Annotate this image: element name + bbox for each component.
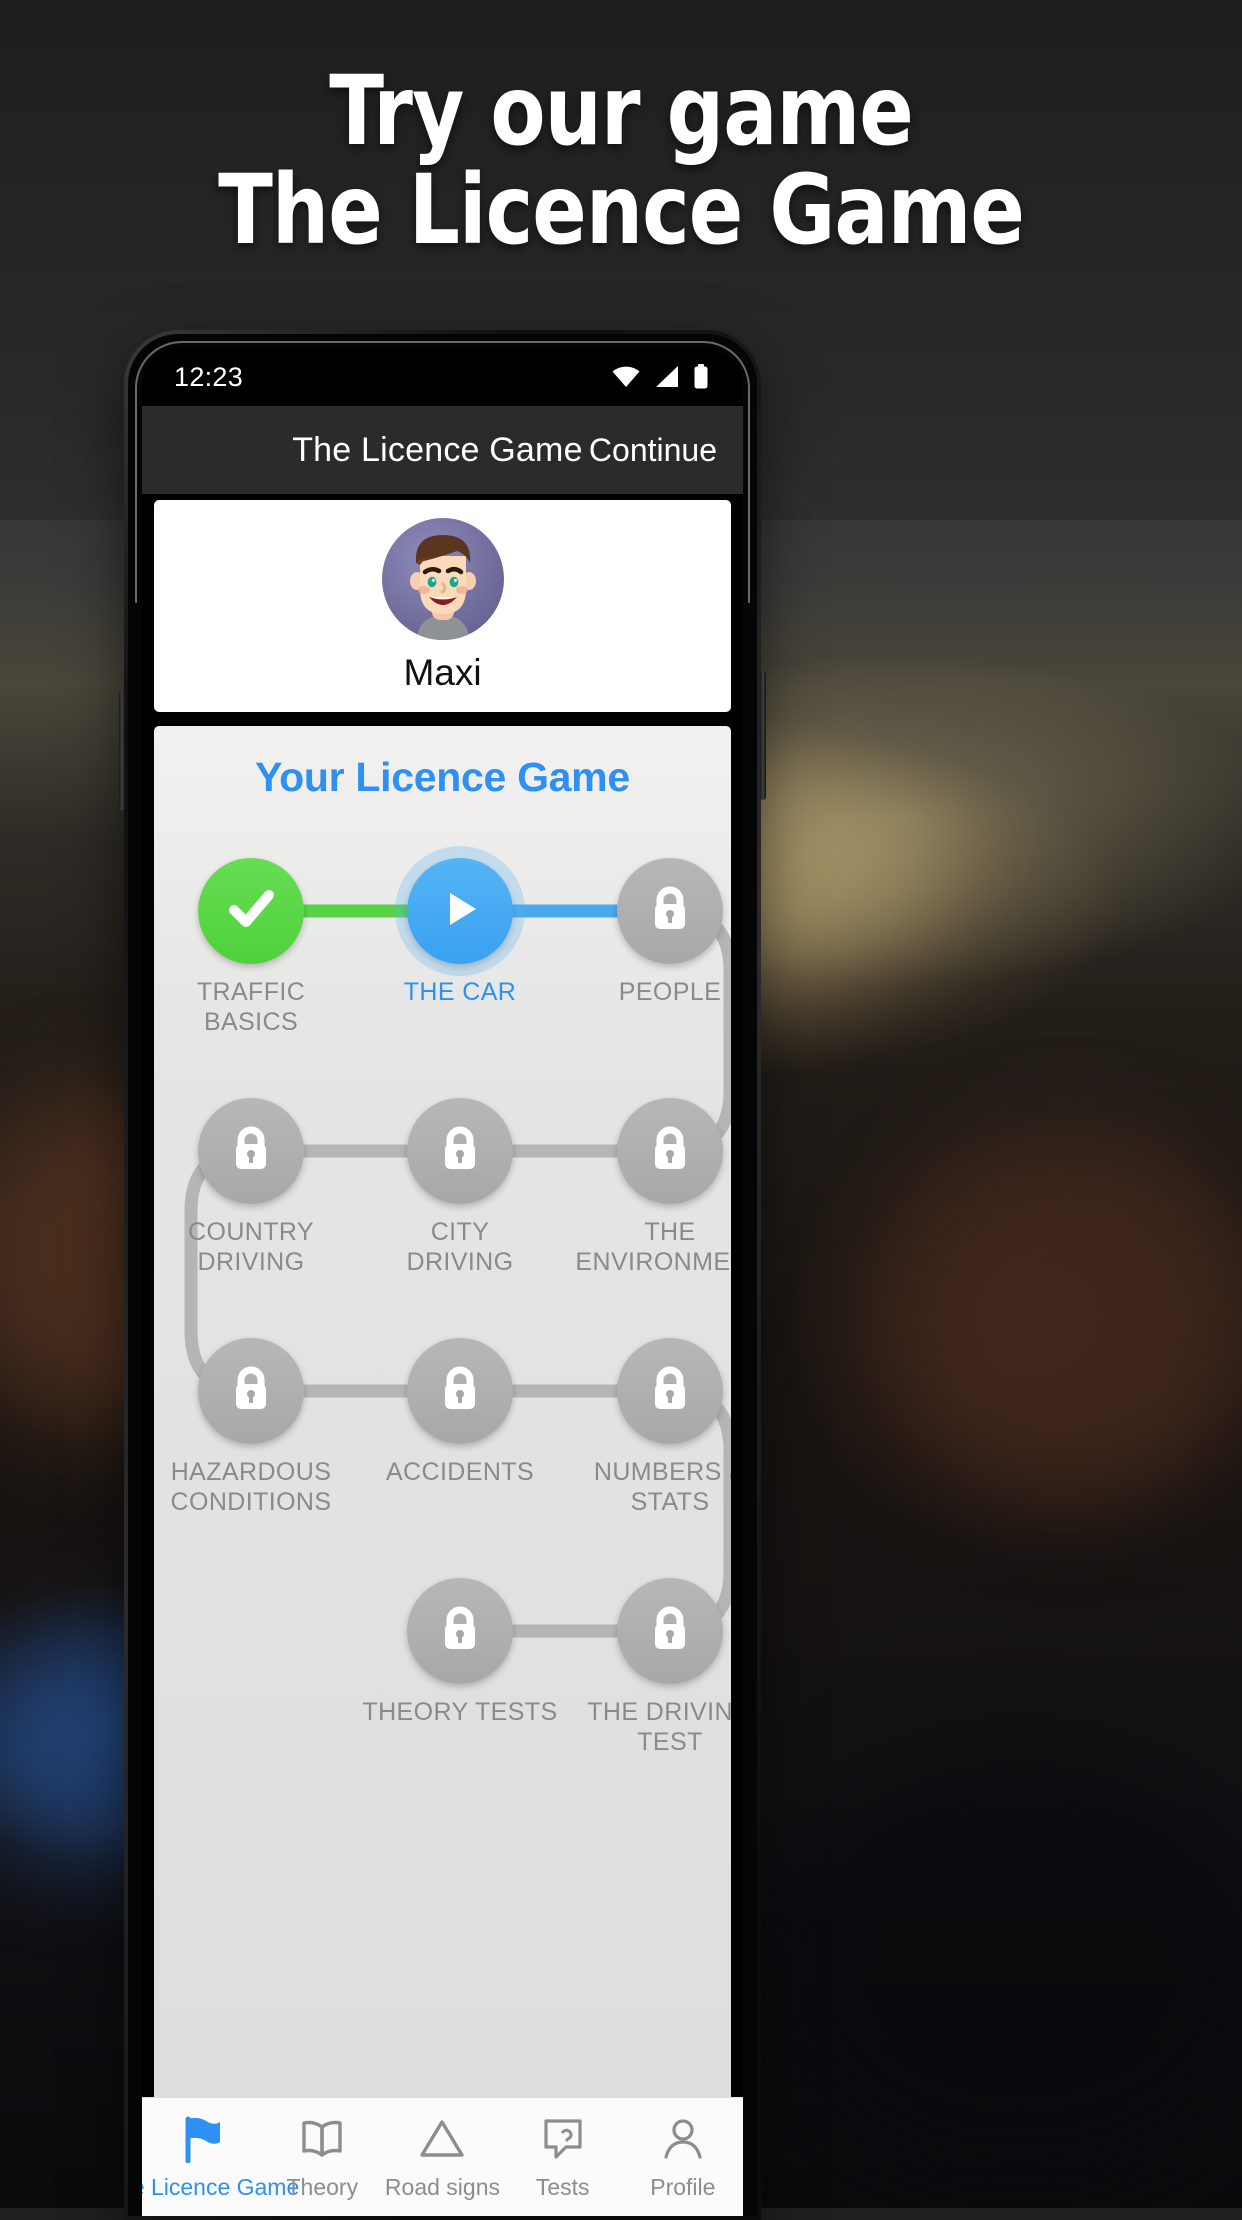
signal-icon [653, 365, 681, 389]
headline-line-2: The Licence Game [218, 154, 1025, 266]
status-bar-time: 12:23 [174, 361, 244, 392]
check-icon [222, 880, 280, 943]
map-node-theory-tests[interactable] [407, 1578, 513, 1684]
licence-game-map-card: Your Licence Game TRAFFIC BASICS THE CAR… [154, 726, 731, 2216]
lock-icon [646, 1363, 694, 1420]
profile-name: Maxi [403, 652, 482, 693]
tests-icon [540, 2113, 586, 2165]
map-node-label-country-driving: COUNTRY DRIVING [188, 1218, 314, 1276]
map-node-numbers-stats[interactable] [617, 1338, 723, 1444]
map-node-label-numbers-stats: NUMBERS & STATS [593, 1458, 731, 1516]
map-node-label-city-driving: CITY DRIVING [406, 1218, 514, 1276]
tab-label: Tests [535, 2174, 590, 2200]
wifi-icon [611, 365, 641, 389]
lock-icon [436, 1603, 484, 1660]
status-bar-icons [611, 364, 709, 390]
lock-icon [227, 1123, 275, 1180]
map-node-label-the-car: THE CAR [403, 978, 517, 1006]
continue-button[interactable]: Continue [589, 432, 717, 469]
lock-icon [646, 1123, 694, 1180]
map-node-label-people: PEOPLE [618, 978, 722, 1006]
phone-screen: 12:23 The Licence Game Continue Maxi You… [142, 348, 743, 2216]
tab-label: Road signs [384, 2174, 500, 2200]
lock-icon [646, 883, 694, 940]
app-bar: The Licence Game Continue [142, 406, 743, 494]
map-node-label-traffic-basics: TRAFFIC BASICS [196, 978, 306, 1036]
lock-icon [436, 1123, 484, 1180]
map-node-traffic-basics[interactable] [198, 858, 304, 964]
person-icon [661, 2113, 705, 2165]
background-blob-brown-right [880, 1140, 1242, 1500]
phone-button-power [760, 670, 766, 800]
phone-button-volume [119, 690, 125, 810]
app-content: Maxi Your Licence Game TRAFFIC BASICS TH… [142, 494, 743, 2216]
tab-profile[interactable]: Profile [623, 2113, 743, 2201]
promo-headline: Try our game The Licence Game [43, 62, 1198, 260]
tab-the-licence-game[interactable]: The Licence Game [142, 2113, 299, 2201]
profile-card[interactable]: Maxi [154, 500, 731, 712]
tab-label: Profile [650, 2174, 716, 2200]
map-node-label-the-environment: THE ENVIRONMENT [575, 1218, 731, 1276]
map-node-the-environment[interactable] [617, 1098, 723, 1204]
tab-road-signs[interactable]: Road signs [382, 2113, 502, 2201]
map-node-hazardous-conditions[interactable] [198, 1338, 304, 1444]
bottom-tab-bar: The Licence Game Theory [142, 2097, 743, 2216]
lock-icon [436, 1363, 484, 1420]
headline-line-1: Try our game [329, 55, 914, 167]
play-icon [434, 883, 486, 940]
book-icon [299, 2113, 345, 2165]
map-title: Your Licence Game [255, 754, 630, 800]
tab-theory[interactable]: Theory [262, 2113, 382, 2201]
phone-mockup: 12:23 The Licence Game Continue Maxi You… [119, 330, 766, 2220]
map-node-accidents[interactable] [407, 1338, 513, 1444]
lock-icon [227, 1363, 275, 1420]
map-node-country-driving[interactable] [198, 1098, 304, 1204]
map-node-label-theory-tests: THEORY TESTS [362, 1698, 558, 1726]
map-node-label-accidents: ACCIDENTS [385, 1458, 535, 1486]
tab-label: Theory [286, 2174, 359, 2200]
triangle-icon [418, 2113, 466, 2165]
avatar [381, 518, 504, 640]
map-node-city-driving[interactable] [407, 1098, 513, 1204]
map-node-the-car[interactable] [395, 846, 525, 976]
tab-tests[interactable]: Tests [503, 2113, 623, 2201]
map-node-people[interactable] [617, 858, 723, 964]
map-node-the-driving-test[interactable] [617, 1578, 723, 1684]
status-bar: 12:23 [142, 348, 743, 406]
battery-icon [693, 364, 709, 390]
app-bar-title: The Licence Game [292, 430, 583, 469]
flag-icon [179, 2113, 225, 2165]
map-node-label-the-driving-test: THE DRIVING TEST [587, 1698, 731, 1756]
map-node-label-hazardous-conditions: HAZARDOUS CONDITIONS [170, 1458, 332, 1516]
lock-icon [646, 1603, 694, 1660]
map-area: TRAFFIC BASICS THE CAR PEOPLE COUNTRY DR… [154, 811, 731, 1911]
